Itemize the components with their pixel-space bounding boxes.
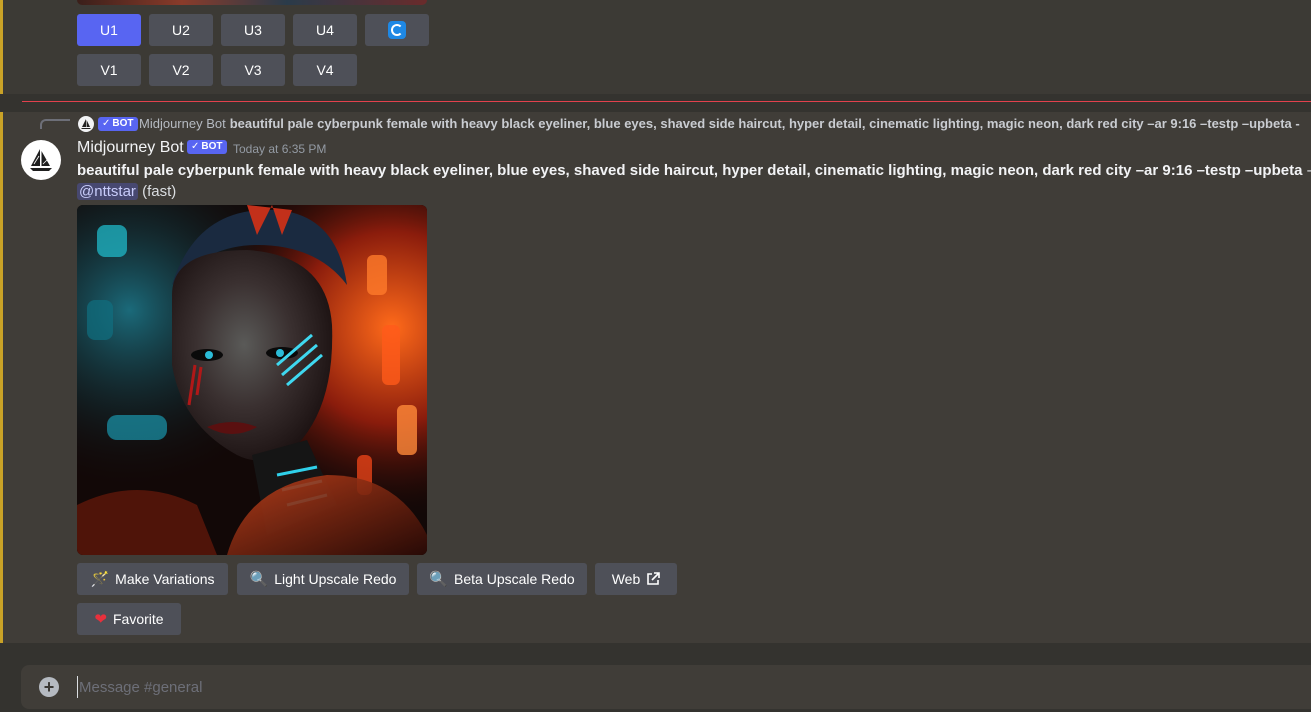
reply-preview[interactable]: Midjourney Bot beautiful pale cyberpunk f… — [139, 116, 1311, 131]
previous-image[interactable] — [77, 0, 427, 5]
reply-content: beautiful pale cyberpunk female with hea… — [229, 116, 1300, 131]
magnifier-icon: 🔍 — [429, 570, 449, 588]
plus-icon: + — [43, 677, 55, 697]
reply-bot-badge: ✓ BOT — [98, 117, 138, 131]
web-link-button[interactable]: Web — [595, 563, 677, 595]
favorite-button[interactable]: ❤ Favorite — [77, 603, 181, 635]
message-gap — [0, 94, 1311, 112]
message-input[interactable] — [77, 676, 1297, 698]
timestamp[interactable]: Today at 6:35 PM — [233, 142, 326, 156]
u2-button[interactable]: U2 — [149, 14, 213, 46]
bot-label: BOT — [112, 118, 134, 129]
reply-connector — [40, 119, 70, 129]
sailboat-icon — [30, 149, 52, 171]
u1-button[interactable]: U1 — [77, 14, 141, 46]
make-variations-label: Make Variations — [115, 571, 215, 587]
new-messages-divider — [22, 101, 1311, 102]
v2-button[interactable]: V2 — [149, 54, 213, 86]
cyberpunk-portrait-image — [77, 205, 427, 555]
v3-button[interactable]: V3 — [221, 54, 285, 86]
beta-upscale-redo-button[interactable]: 🔍 Beta Upscale Redo — [417, 563, 587, 595]
refresh-icon — [388, 21, 406, 39]
mention-line: @nttstar (fast) — [77, 182, 176, 202]
message-content: beautiful pale cyberpunk female with hea… — [77, 161, 1311, 181]
sailboat-icon — [81, 119, 91, 129]
avatar[interactable] — [21, 140, 61, 180]
generated-image[interactable] — [77, 205, 427, 555]
username[interactable]: Midjourney Bot — [77, 139, 184, 157]
user-mention[interactable]: @nttstar — [77, 183, 138, 200]
u3-button[interactable]: U3 — [221, 14, 285, 46]
magnifier-icon: 🔍 — [249, 570, 269, 588]
favorite-label: Favorite — [113, 611, 164, 627]
v1-button[interactable]: V1 — [77, 54, 141, 86]
bot-label: BOT — [201, 141, 223, 152]
prompt-text: beautiful pale cyberpunk female with hea… — [77, 162, 1303, 179]
u4-button[interactable]: U4 — [293, 14, 357, 46]
bot-badge: ✓ BOT — [187, 140, 227, 154]
prompt-suffix: - U — [1302, 162, 1311, 179]
web-label: Web — [611, 571, 641, 587]
make-variations-button[interactable]: 🪄 Make Variations — [77, 563, 228, 595]
beta-upscale-redo-label: Beta Upscale Redo — [454, 571, 575, 587]
add-attachment-button[interactable]: + — [39, 677, 59, 697]
external-link-icon — [647, 572, 661, 585]
reply-avatar[interactable] — [78, 116, 94, 132]
reroll-button[interactable] — [365, 14, 429, 46]
speed-label: (fast) — [142, 183, 177, 200]
light-upscale-redo-label: Light Upscale Redo — [274, 571, 397, 587]
reply-author[interactable]: Midjourney Bot — [139, 116, 226, 131]
check-icon: ✓ — [102, 118, 111, 129]
light-upscale-redo-button[interactable]: 🔍 Light Upscale Redo — [237, 563, 409, 595]
v4-button[interactable]: V4 — [293, 54, 357, 86]
check-icon: ✓ — [191, 141, 200, 152]
heart-icon: ❤ — [94, 610, 107, 628]
magic-wand-icon: 🪄 — [90, 570, 110, 588]
